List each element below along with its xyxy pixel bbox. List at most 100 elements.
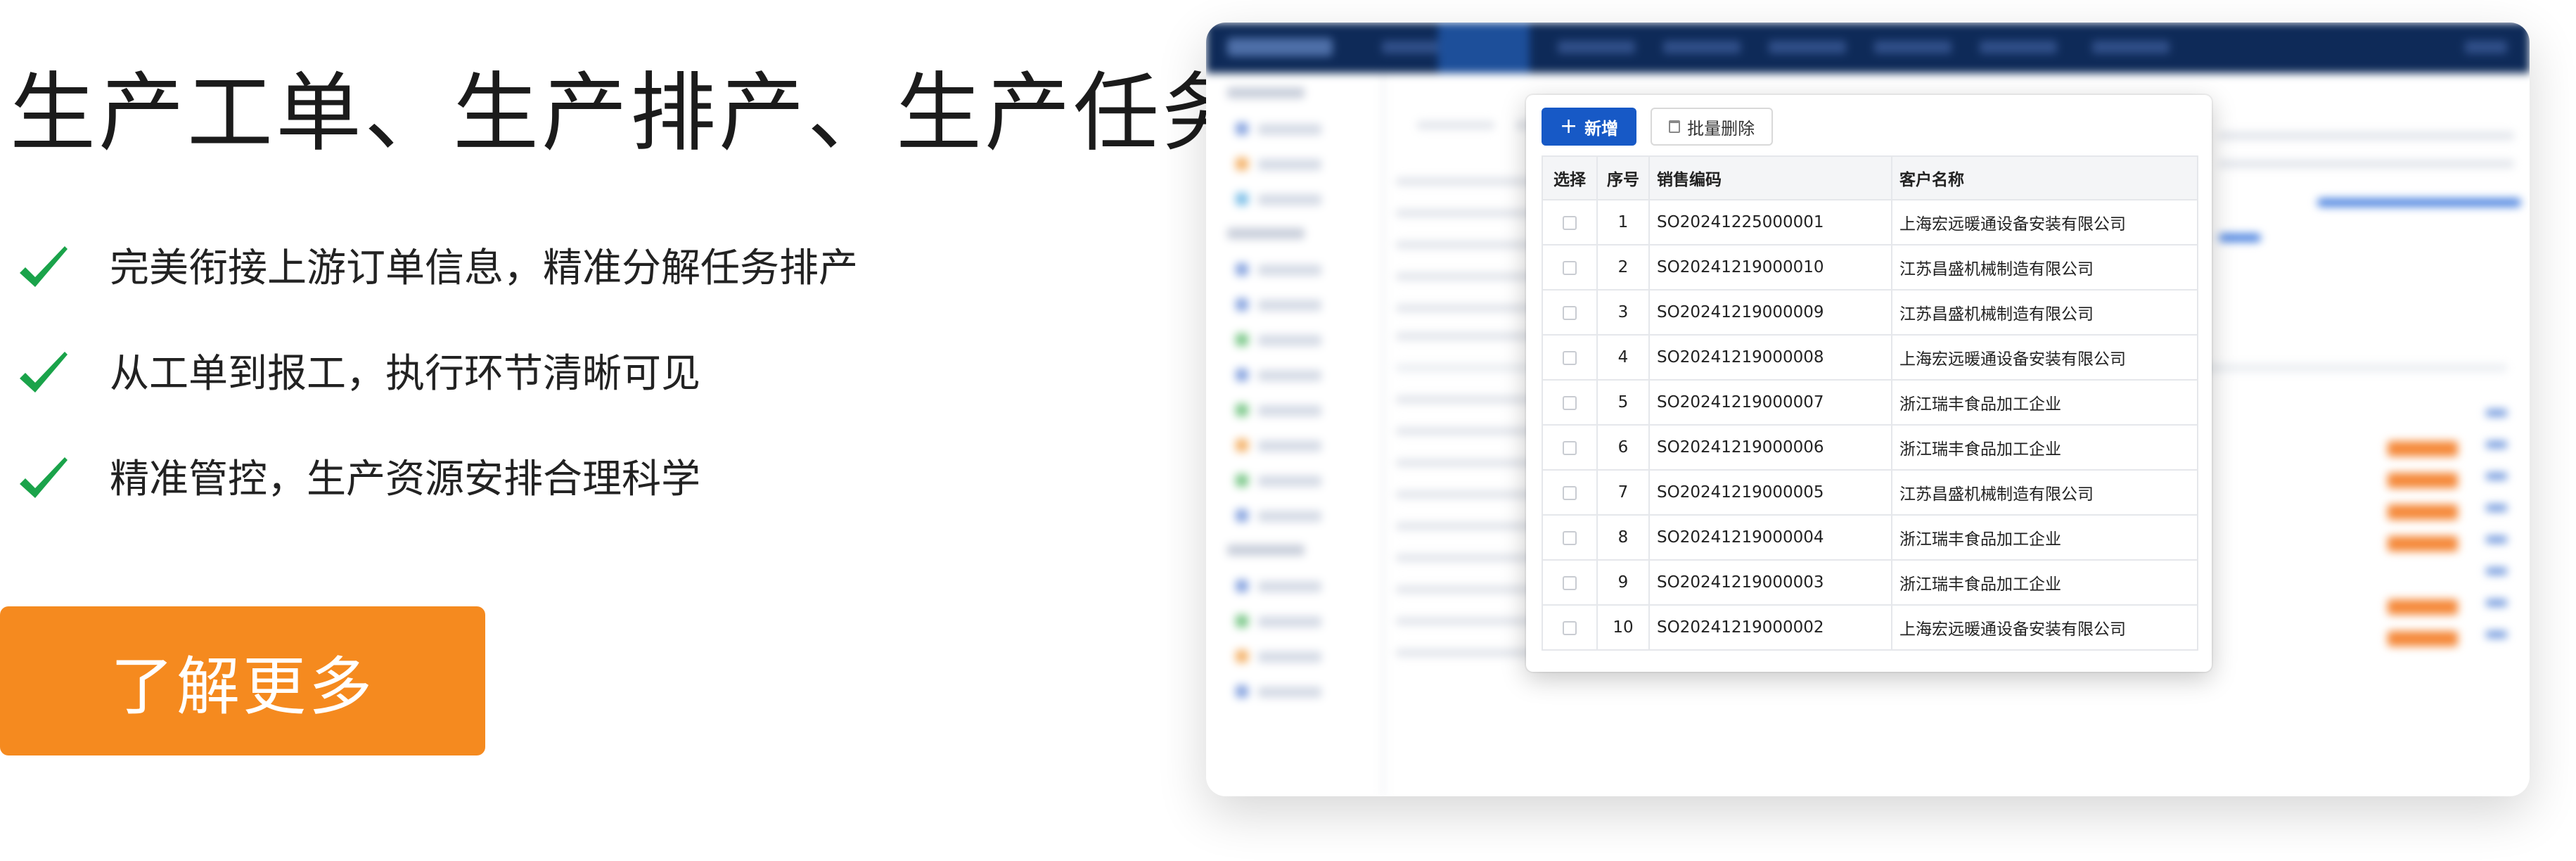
checkmark-icon [20, 352, 68, 393]
row-select-cell [1542, 379, 1598, 426]
add-button-label: 新增 [1584, 118, 1619, 139]
bg-link [2486, 409, 2507, 416]
row-checkbox[interactable] [1563, 395, 1577, 410]
table-row[interactable]: 4 SO20241219000008 上海宏远暖通设备安装有限公司 [1542, 334, 2198, 381]
bg-status-tag [2388, 631, 2458, 646]
row-select-cell [1542, 514, 1598, 561]
row-select-cell [1542, 334, 1598, 381]
row-checkbox[interactable] [1563, 575, 1577, 590]
table-row[interactable]: 3 SO20241219000009 江苏昌盛机械制造有限公司 [1542, 289, 2198, 336]
sales-code-link[interactable]: SO20241219000006 [1648, 424, 1892, 471]
customer-name: 浙江瑞丰食品加工企业 [1891, 559, 2198, 606]
column-header-index: 序号 [1596, 155, 1650, 200]
row-select-cell [1542, 199, 1598, 245]
row-index: 2 [1596, 244, 1650, 291]
sidebar-item [1258, 124, 1321, 135]
table-row[interactable]: 6 SO20241219000006 浙江瑞丰食品加工企业 [1542, 424, 2198, 471]
learn-more-button[interactable]: 了解更多 [0, 606, 485, 755]
table-row[interactable]: 7 SO20241219000005 江苏昌盛机械制造有限公司 [1542, 469, 2198, 516]
sales-code-link[interactable]: SO20241219000010 [1648, 244, 1892, 291]
customer-name: 上海宏远暖通设备安装有限公司 [1891, 199, 2198, 245]
sales-code-link[interactable]: SO20241225000001 [1648, 199, 1892, 245]
sidebar-group [1227, 228, 1305, 239]
table-row[interactable]: 10 SO20241219000002 上海宏远暖通设备安装有限公司 [1542, 604, 2198, 651]
add-button[interactable]: + 新增 [1542, 108, 1637, 146]
nav-item [1663, 41, 1741, 53]
table-row[interactable]: 8 SO20241219000004 浙江瑞丰食品加工企业 [1542, 514, 2198, 561]
customer-name: 浙江瑞丰食品加工企业 [1891, 514, 2198, 561]
sales-code-link[interactable]: SO20241219000002 [1648, 604, 1892, 651]
app-logo [1227, 38, 1333, 56]
row-index: 4 [1596, 334, 1650, 381]
row-select-cell [1542, 424, 1598, 471]
sidebar-item [1258, 370, 1321, 381]
sidebar-item-icon [1236, 474, 1248, 487]
nav-item-active [1438, 23, 1530, 73]
bg-status-tag [2388, 504, 2458, 520]
nav-item [2092, 41, 2170, 53]
sidebar-item-icon [1236, 263, 1248, 276]
row-checkbox[interactable] [1563, 485, 1577, 500]
table-header-row: 选择 序号 销售编码 客户名称 [1542, 155, 2198, 200]
column-header-code[interactable]: 销售编码 [1648, 155, 1892, 200]
sidebar-item-icon [1236, 158, 1248, 170]
sidebar-group [1227, 87, 1305, 98]
sales-order-popup: + 新增 批量删除 选择 序号 销售编码 客户名称 1 SO2024122500… [1526, 95, 2212, 672]
feature-text: 完美衔接上游订单信息，精准分解任务排产 [110, 245, 858, 291]
app-sidebar [1206, 73, 1385, 796]
sidebar-item-icon [1236, 509, 1248, 522]
sidebar-item-icon [1236, 369, 1248, 381]
sidebar-item-icon [1236, 439, 1248, 452]
sidebar-group [1227, 544, 1305, 556]
sales-code-link[interactable]: SO20241219000005 [1648, 469, 1892, 516]
row-checkbox[interactable] [1563, 305, 1577, 320]
nav-item [1558, 41, 1635, 53]
row-checkbox[interactable] [1563, 215, 1577, 230]
table-row[interactable]: 2 SO20241219000010 江苏昌盛机械制造有限公司 [1542, 244, 2198, 291]
row-checkbox[interactable] [1563, 350, 1577, 365]
sales-code-link[interactable]: SO20241219000009 [1648, 289, 1892, 336]
bg-link [2486, 536, 2507, 543]
row-checkbox[interactable] [1563, 260, 1577, 275]
feature-text: 从工单到报工，执行环节清晰可见 [110, 351, 700, 397]
sidebar-item-icon [1236, 122, 1248, 135]
row-index: 9 [1596, 559, 1650, 606]
batch-delete-button[interactable]: 批量删除 [1651, 108, 1774, 146]
sidebar-item-icon [1236, 685, 1248, 698]
customer-name: 江苏昌盛机械制造有限公司 [1891, 289, 2198, 336]
column-header-customer[interactable]: 客户名称 [1891, 155, 2198, 200]
row-index: 10 [1596, 604, 1650, 651]
sales-code-link[interactable]: SO20241219000008 [1648, 334, 1892, 381]
row-checkbox[interactable] [1563, 620, 1577, 635]
row-checkbox[interactable] [1563, 440, 1577, 455]
nav-item [2465, 41, 2507, 53]
sales-code-link[interactable]: SO20241219000004 [1648, 514, 1892, 561]
checkmark-icon [20, 246, 68, 287]
sidebar-item [1258, 476, 1321, 487]
sidebar-item-icon [1236, 615, 1248, 627]
row-index: 7 [1596, 469, 1650, 516]
customer-name: 上海宏远暖通设备安装有限公司 [1891, 334, 2198, 381]
customer-name: 浙江瑞丰食品加工企业 [1891, 379, 2198, 426]
sidebar-item [1258, 194, 1321, 205]
bg-link [2486, 599, 2507, 606]
row-index: 3 [1596, 289, 1650, 336]
bg-link [2486, 568, 2507, 575]
customer-name: 江苏昌盛机械制造有限公司 [1891, 244, 2198, 291]
sidebar-item [1258, 440, 1321, 452]
sidebar-item-icon [1236, 404, 1248, 416]
table-row[interactable]: 9 SO20241219000003 浙江瑞丰食品加工企业 [1542, 559, 2198, 606]
row-checkbox[interactable] [1563, 530, 1577, 545]
sidebar-item-icon [1236, 298, 1248, 311]
nav-item [1769, 41, 1846, 53]
sales-code-link[interactable]: SO20241219000007 [1648, 379, 1892, 426]
sales-code-link[interactable]: SO20241219000003 [1648, 559, 1892, 606]
table-row[interactable]: 1 SO20241225000001 上海宏远暖通设备安装有限公司 [1542, 199, 2198, 245]
bg-link [2486, 631, 2507, 638]
table-row[interactable]: 5 SO20241219000007 浙江瑞丰食品加工企业 [1542, 379, 2198, 426]
sidebar-item [1258, 159, 1321, 170]
row-index: 8 [1596, 514, 1650, 561]
app-navbar [1206, 23, 2530, 73]
trash-icon [1669, 120, 1681, 133]
sales-order-table: 选择 序号 销售编码 客户名称 1 SO20241225000001 上海宏远暖… [1542, 155, 2198, 651]
